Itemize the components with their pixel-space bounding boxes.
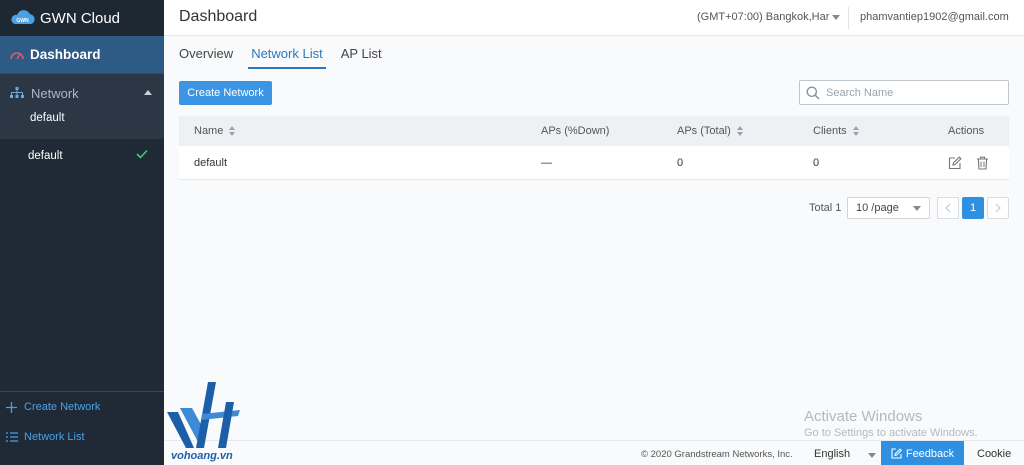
- sidebar-bottom-links: Create Network Network List: [0, 391, 164, 465]
- chevron-down-icon: [868, 453, 876, 458]
- link-label: Network List: [24, 431, 85, 443]
- column-label: APs (Total): [677, 125, 731, 137]
- chevron-left-icon: [945, 203, 951, 213]
- chevron-up-icon[interactable]: [144, 90, 152, 95]
- column-label: Name: [194, 125, 224, 137]
- brand-name: GWN Cloud: [40, 9, 121, 27]
- sidebar-item-network[interactable]: Network: [0, 74, 164, 112]
- sort-icon[interactable]: [736, 126, 743, 136]
- cell-aps-total: 0: [677, 156, 684, 169]
- plus-icon: [6, 401, 18, 413]
- language-label: English: [814, 448, 851, 460]
- next-page-button[interactable]: [987, 197, 1009, 219]
- activate-title: Activate Windows: [804, 408, 923, 425]
- link-label: Create Network: [24, 401, 101, 413]
- network-list-link[interactable]: Network List: [0, 422, 164, 452]
- search-input[interactable]: [826, 86, 1006, 99]
- pagination-total: Total 1: [809, 202, 842, 214]
- prev-page-button[interactable]: [937, 197, 959, 219]
- column-header-actions: Actions: [948, 125, 985, 137]
- feedback-button[interactable]: Feedback: [881, 441, 964, 465]
- network-table: Name APs (%Down) APs (Total) Clients Act…: [179, 116, 1009, 180]
- sidebar-subitem-default[interactable]: default: [0, 112, 164, 124]
- search-icon: [806, 86, 820, 100]
- search-box: [799, 80, 1009, 105]
- activate-windows-overlay: Activate Windows Go to Settings to activ…: [804, 408, 978, 439]
- sidebar: GWN GWN Cloud Dashboard Network default …: [0, 0, 164, 465]
- timezone-selector[interactable]: (GMT+07:00) Bangkok,Har: [697, 11, 841, 23]
- tab-ap-list[interactable]: AP List: [341, 46, 382, 68]
- cell-name: default: [194, 156, 228, 169]
- copyright-text: © 2020 Grandstream Networks, Inc.: [641, 449, 793, 460]
- cell-aps-down: —: [541, 156, 552, 169]
- activate-subtitle: Go to Settings to activate Windows.: [804, 427, 978, 439]
- tab-bar: Overview Network List AP List: [179, 46, 400, 69]
- cookie-link[interactable]: Cookie: [977, 448, 1011, 460]
- column-header-aps-total[interactable]: APs (Total): [677, 125, 743, 137]
- page-size-select[interactable]: 10 /page: [847, 197, 930, 219]
- column-label: Clients: [813, 125, 847, 137]
- sidebar-item-label: Network: [31, 85, 79, 101]
- language-selector[interactable]: English: [814, 448, 876, 460]
- page-size-label: 10 /page: [856, 202, 899, 214]
- gauge-icon: [9, 49, 25, 61]
- chevron-down-icon: [913, 206, 921, 211]
- sidebar-item-label: Dashboard: [30, 47, 101, 62]
- chevron-down-icon: [832, 14, 841, 20]
- cell-clients: 0: [813, 156, 820, 169]
- watermark-text: vohoang.vn: [171, 450, 233, 462]
- brand[interactable]: GWN GWN Cloud: [0, 0, 164, 36]
- sidebar-item-dashboard[interactable]: Dashboard: [0, 36, 164, 73]
- sidebar-network-section: Network default: [0, 73, 164, 139]
- column-header-aps-down: APs (%Down): [541, 125, 610, 137]
- gwn-cloud-logo-icon: GWN: [9, 10, 36, 26]
- feedback-edit-icon: [891, 448, 902, 459]
- header-divider: [848, 7, 849, 29]
- table-row[interactable]: default — 0 0: [179, 146, 1009, 180]
- network-list-item[interactable]: default: [0, 139, 164, 173]
- checkmark-icon: [136, 149, 148, 162]
- chevron-right-icon: [995, 203, 1001, 213]
- network-item-label: default: [28, 150, 63, 162]
- feedback-label: Feedback: [905, 447, 955, 460]
- cell-actions: [948, 155, 989, 170]
- create-network-button[interactable]: Create Network: [179, 81, 272, 105]
- footer: © 2020 Grandstream Networks, Inc. Englis…: [164, 440, 1024, 465]
- network-tree-icon: [9, 87, 25, 99]
- page-title: Dashboard: [179, 8, 258, 25]
- column-header-name[interactable]: Name: [194, 125, 236, 137]
- create-network-link[interactable]: Create Network: [0, 392, 164, 422]
- column-header-clients[interactable]: Clients: [813, 125, 859, 137]
- top-header: Dashboard (GMT+07:00) Bangkok,Har phamva…: [164, 0, 1024, 36]
- page-1-button[interactable]: 1: [962, 197, 984, 219]
- timezone-label: (GMT+07:00) Bangkok,Har: [697, 11, 830, 23]
- user-account-menu[interactable]: phamvantiep1902@gmail.com: [860, 11, 1009, 23]
- brand-logo-text: GWN: [16, 18, 29, 24]
- edit-icon[interactable]: [948, 155, 962, 170]
- trash-icon[interactable]: [976, 156, 989, 170]
- sort-icon[interactable]: [852, 126, 859, 136]
- table-header: Name APs (%Down) APs (Total) Clients Act…: [179, 116, 1009, 146]
- sort-icon[interactable]: [229, 126, 236, 136]
- tab-overview[interactable]: Overview: [179, 46, 233, 68]
- tab-network-list[interactable]: Network List: [248, 46, 326, 69]
- list-icon: [6, 432, 18, 442]
